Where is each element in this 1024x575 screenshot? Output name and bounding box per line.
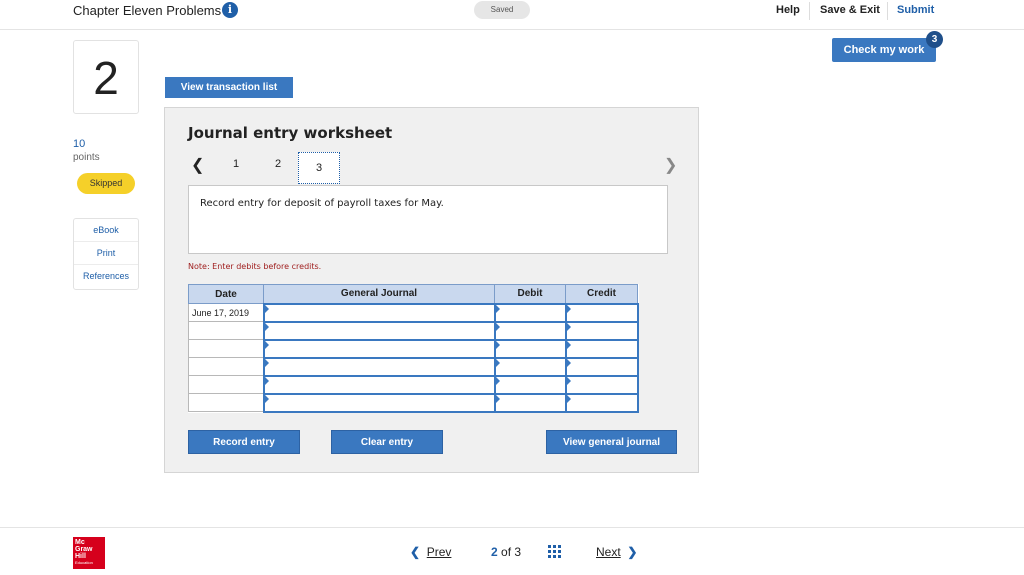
print-link[interactable]: Print [74,242,138,265]
grid-icon[interactable] [548,545,561,558]
table-row [188,392,639,413]
journal-entry-worksheet: Journal entry worksheet ❮ 1 2 3 ❯ Record… [164,107,699,473]
journal-table: Date General Journal Debit Credit June 1… [188,284,639,413]
check-attempts-badge: 3 [926,31,943,48]
debit-input[interactable] [493,338,567,359]
assignment-title: Chapter Eleven Problems [73,3,222,18]
credit-input[interactable] [564,374,639,395]
chevron-left-icon: ❮ [410,545,421,559]
divider [809,2,810,20]
date-cell [188,375,264,394]
mcgraw-hill-logo: Mc Graw Hill Education [73,537,105,569]
general-journal-input[interactable] [262,374,496,395]
chevron-left-icon[interactable]: ❮ [191,155,204,175]
date-cell [188,393,264,412]
credit-input[interactable] [564,338,639,359]
clear-entry-button[interactable]: Clear entry [331,430,443,454]
column-header-credit: Credit [565,284,638,304]
column-header-debit: Debit [494,284,566,304]
credit-input[interactable] [564,356,639,377]
note-text: Note: Enter debits before credits. [188,262,322,271]
bottom-bar: Mc Graw Hill Education ❮ Prev 2 of 3 Nex… [0,527,1024,575]
worksheet-page-1[interactable]: 1 [229,158,243,170]
table-row: June 17, 2019 [188,302,639,323]
current-page: 2 [491,545,498,559]
view-general-journal-button[interactable]: View general journal [546,430,677,454]
date-cell: June 17, 2019 [188,303,264,322]
instruction-box: Record entry for deposit of payroll taxe… [188,185,668,254]
column-header-date: Date [188,284,264,304]
page-indicator: 2 of 3 [491,545,521,559]
debit-input[interactable] [493,374,567,395]
table-row [188,374,639,395]
date-cell [188,321,264,340]
save-exit-link[interactable]: Save & Exit [820,4,880,16]
debit-input[interactable] [493,392,567,413]
worksheet-page-2[interactable]: 2 [271,158,285,170]
submit-link[interactable]: Submit [897,4,934,16]
view-transaction-list-button[interactable]: View transaction list [165,77,293,98]
credit-input[interactable] [564,392,639,413]
points-label: points [73,152,100,163]
table-row [188,338,639,359]
general-journal-input[interactable] [262,320,496,341]
general-journal-input[interactable] [262,302,496,323]
debit-input[interactable] [493,320,567,341]
debit-input[interactable] [493,356,567,377]
general-journal-input[interactable] [262,338,496,359]
table-row [188,356,639,377]
top-bar: Chapter Eleven Problems i Saved Help Sav… [0,0,1024,30]
debit-input[interactable] [493,302,567,323]
worksheet-page-3[interactable]: 3 [298,152,340,184]
references-link[interactable]: References [74,265,138,288]
date-cell [188,357,264,376]
saved-status-badge: Saved [474,1,530,19]
column-header-general-journal: General Journal [263,284,495,304]
credit-input[interactable] [564,320,639,341]
ebook-link[interactable]: eBook [74,219,138,242]
date-cell [188,339,264,358]
skipped-badge: Skipped [77,173,135,194]
help-link[interactable]: Help [776,4,800,16]
total-pages: 3 [514,545,522,559]
info-icon[interactable]: i [222,2,238,18]
instruction-text: Record entry for deposit of payroll taxe… [200,198,444,209]
table-row [188,320,639,341]
points-value: 10 [73,138,86,150]
chevron-right-icon: ❯ [627,545,638,559]
check-my-work-button[interactable]: Check my work [832,38,936,62]
general-journal-input[interactable] [262,392,496,413]
prev-label: Prev [426,545,452,559]
question-tools: eBook Print References [73,218,139,290]
record-entry-button[interactable]: Record entry [188,430,300,454]
credit-input[interactable] [564,302,639,323]
prev-button[interactable]: ❮ Prev [410,545,451,559]
of-label: of [501,545,512,559]
next-button[interactable]: Next ❯ [596,545,637,559]
next-label: Next [596,545,621,559]
chevron-right-icon[interactable]: ❯ [664,155,677,175]
question-number: 2 [73,40,139,114]
worksheet-title: Journal entry worksheet [188,124,393,142]
divider [887,2,888,20]
general-journal-input[interactable] [262,356,496,377]
